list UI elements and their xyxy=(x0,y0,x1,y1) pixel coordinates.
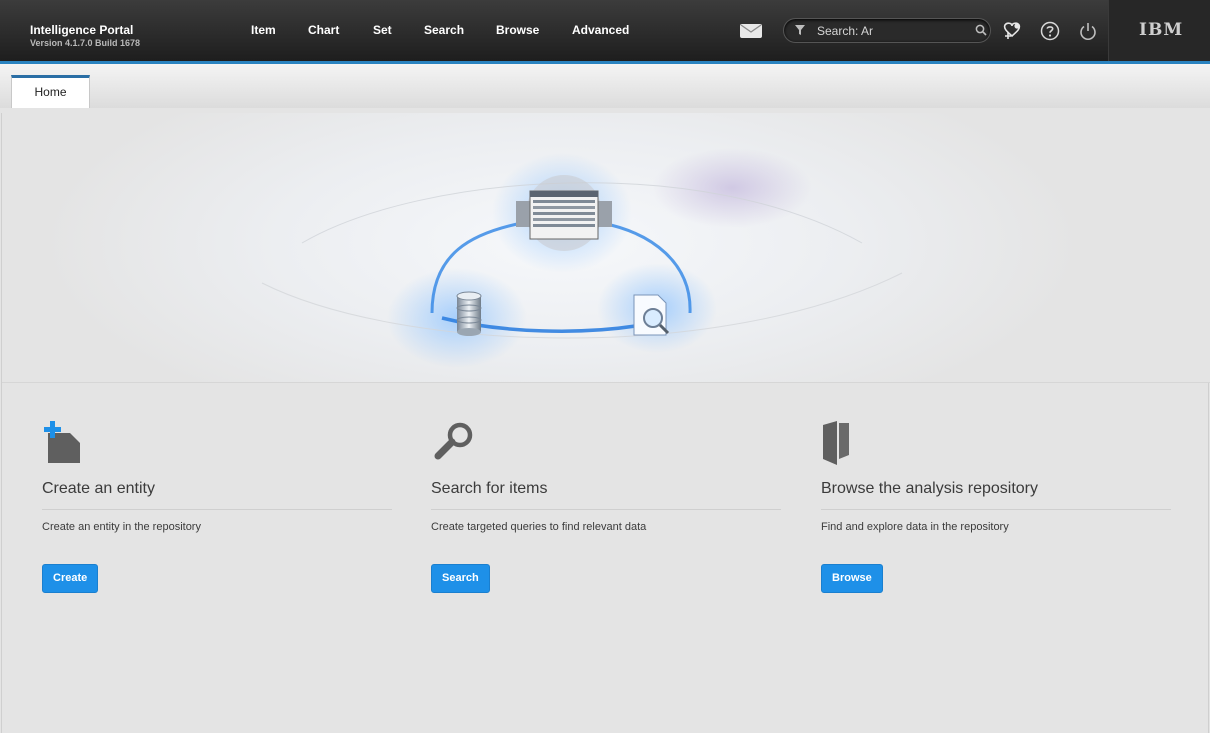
mail-icon[interactable] xyxy=(740,24,762,38)
card-description: Create an entity in the repository xyxy=(42,521,201,533)
tab-home[interactable]: Home xyxy=(11,75,90,108)
tab-strip: Home xyxy=(0,64,1210,108)
app-brand: Intelligence Portal Version 4.1.7.0 Buil… xyxy=(30,23,140,48)
nav-chart[interactable]: Chart xyxy=(308,23,339,37)
card-title: Search for items xyxy=(431,480,548,497)
home-content: Create an entity Create an entity in the… xyxy=(1,113,1210,733)
divider xyxy=(821,509,1171,510)
card-description: Create targeted queries to find relevant… xyxy=(431,521,647,533)
card-title: Browse the analysis repository xyxy=(821,480,1038,497)
power-icon[interactable] xyxy=(1077,20,1099,42)
app-version: Version 4.1.7.0 Build 1678 xyxy=(30,38,141,48)
divider xyxy=(431,509,781,510)
nav-search[interactable]: Search xyxy=(424,23,464,37)
search-button[interactable]: Search xyxy=(431,564,490,593)
create-button[interactable]: Create xyxy=(42,564,99,593)
folder-icon xyxy=(823,421,849,465)
help-icon[interactable] xyxy=(1039,20,1061,42)
filter-icon[interactable] xyxy=(794,24,806,36)
card-description: Find and explore data in the repository xyxy=(821,521,1009,533)
nav-set[interactable]: Set xyxy=(373,23,392,37)
ibm-logo: IBM xyxy=(1108,0,1210,61)
card-title: Create an entity xyxy=(42,480,155,497)
app-title: Intelligence Portal xyxy=(30,23,134,37)
hero-illustration xyxy=(261,148,903,368)
connections-icon[interactable] xyxy=(1001,20,1023,42)
nav-item[interactable]: Item xyxy=(251,23,276,37)
create-entity-icon xyxy=(44,421,80,463)
nav-browse[interactable]: Browse xyxy=(496,23,539,37)
top-bar: Intelligence Portal Version 4.1.7.0 Buil… xyxy=(0,0,1210,61)
browse-button[interactable]: Browse xyxy=(821,564,883,593)
ibm-logo-text: IBM xyxy=(1139,20,1184,40)
search-box[interactable] xyxy=(783,18,991,43)
nav-advanced[interactable]: Advanced xyxy=(572,23,629,37)
search-icon[interactable] xyxy=(975,24,987,36)
hero-banner xyxy=(2,113,1210,383)
search-input[interactable] xyxy=(817,23,967,39)
divider xyxy=(42,509,392,510)
search-items-icon xyxy=(434,422,473,460)
